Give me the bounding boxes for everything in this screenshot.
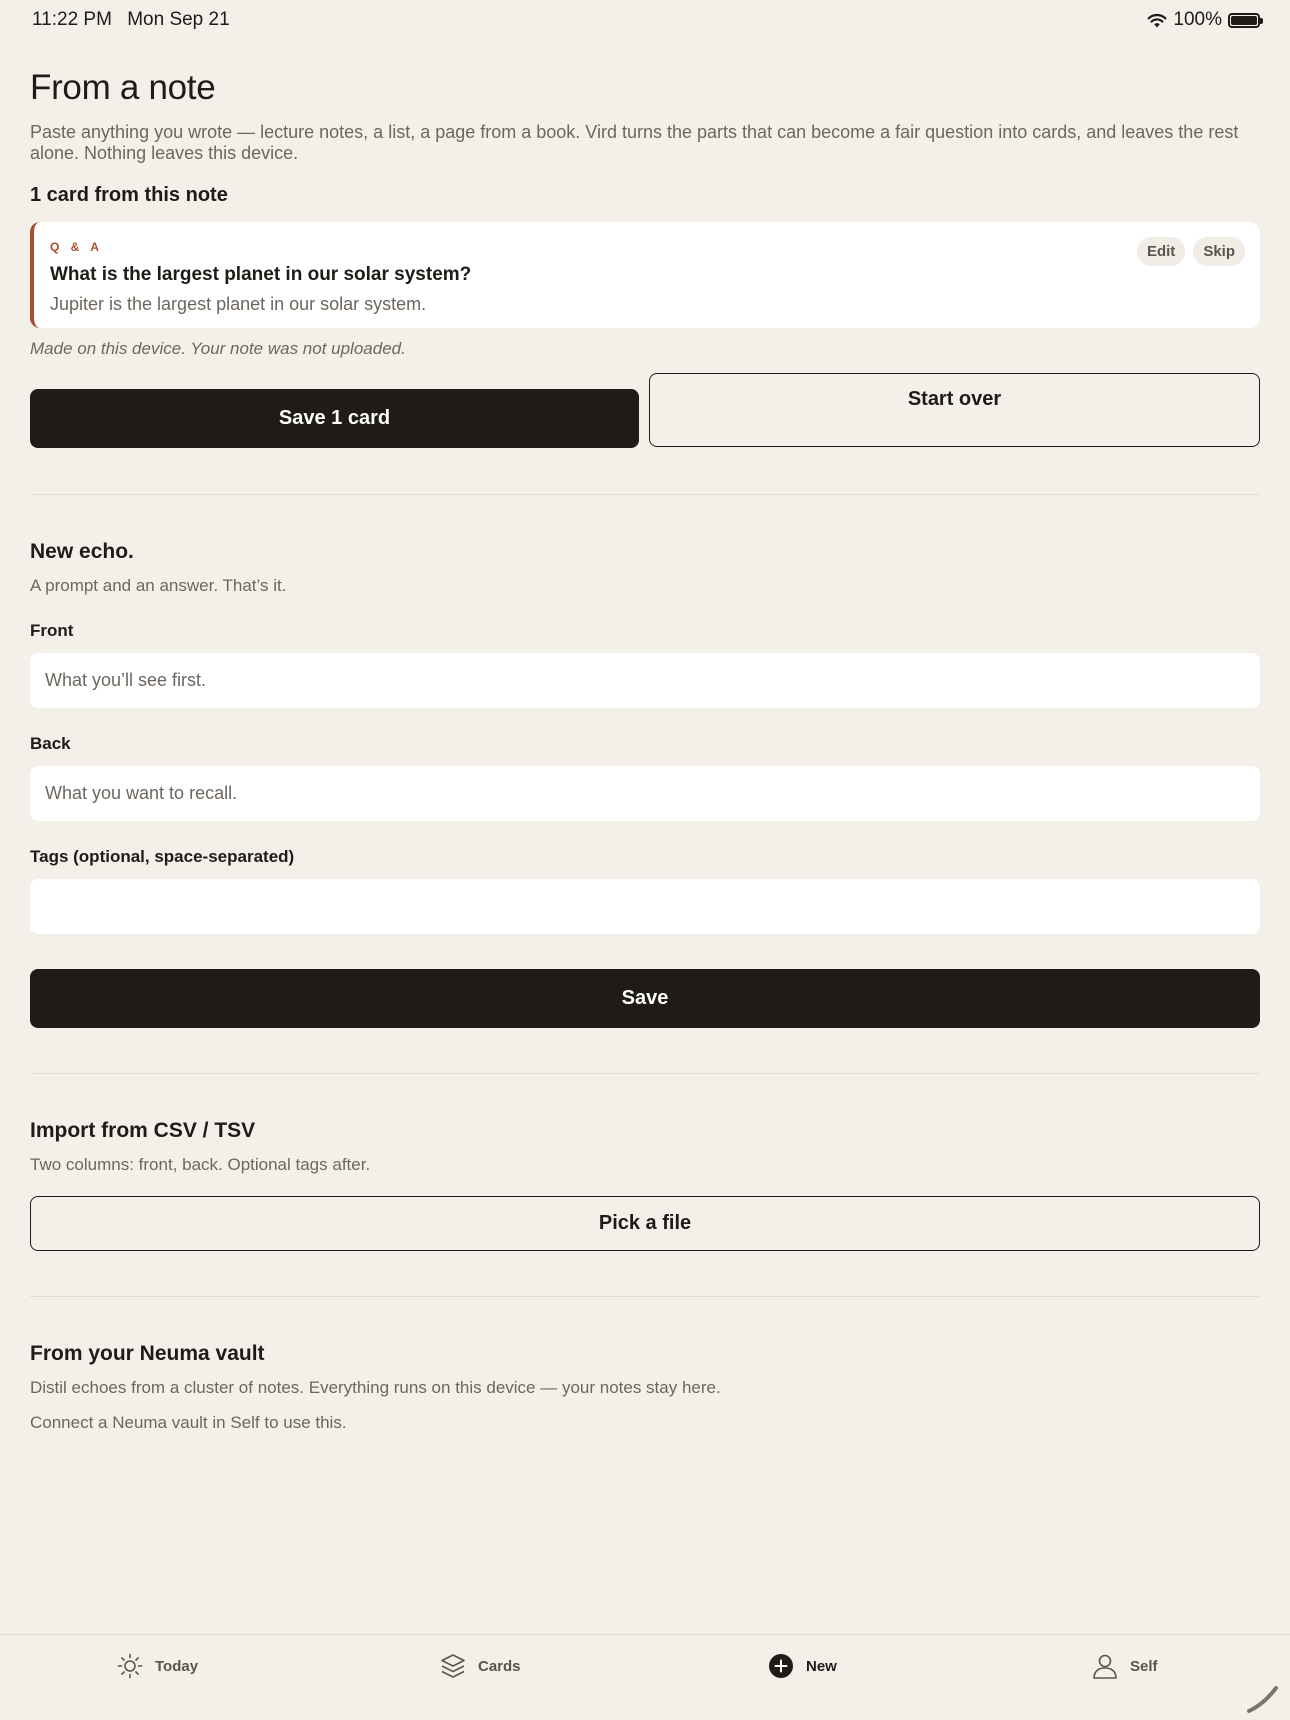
tab-cards-label: Cards (478, 1657, 521, 1675)
start-over-button[interactable]: Start over (649, 373, 1260, 447)
vault-title: From your Neuma vault (30, 1342, 265, 1365)
front-field[interactable] (30, 653, 1260, 708)
tab-today-label: Today (155, 1657, 199, 1675)
plus-circle-icon (769, 1654, 793, 1678)
main-content: From a note Paste anything you wrote — l… (30, 68, 1260, 1433)
tab-new-label: New (806, 1657, 837, 1675)
battery-percent: 100% (1173, 9, 1222, 30)
import-title: Import from CSV / TSV (30, 1119, 256, 1142)
status-right: 100% (1147, 9, 1263, 31)
skip-card-button[interactable]: Skip (1193, 237, 1245, 266)
tab-self[interactable]: Self (1092, 1649, 1158, 1683)
tab-today[interactable]: Today (117, 1649, 198, 1683)
note-intro: Paste anything you wrote — lecture notes… (30, 122, 1239, 163)
wifi-icon (1147, 13, 1167, 27)
sun-icon (117, 1653, 143, 1679)
new-echo-section: New echo. A prompt and an answer. That’s… (30, 540, 1260, 1028)
save-cards-button[interactable]: Save 1 card (30, 389, 639, 448)
card-question: What is the largest planet in our solar … (50, 264, 472, 285)
edit-card-button[interactable]: Edit (1136, 237, 1186, 266)
note-actions: Save 1 card Start over (30, 373, 1260, 449)
card-type-tag: Q & A (50, 240, 103, 254)
new-echo-description: A prompt and an answer. That’s it. (30, 576, 287, 595)
vault-section: From your Neuma vault Distil echoes from… (30, 1342, 1260, 1433)
divider (30, 494, 1260, 495)
status-date: Mon Sep 21 (127, 9, 230, 30)
new-echo-title: New echo. (30, 540, 134, 563)
tab-new[interactable]: New (768, 1649, 837, 1683)
divider (30, 1073, 1260, 1074)
pick-file-button[interactable]: Pick a file (30, 1196, 1260, 1251)
card-count-label: 1 card from this note (30, 184, 228, 206)
import-description: Two columns: front, back. Optional tags … (30, 1155, 371, 1174)
page-title: From a note (30, 68, 216, 107)
back-label: Back (30, 734, 71, 753)
import-section: Import from CSV / TSV Two columns: front… (30, 1119, 1260, 1251)
stack-icon (441, 1654, 465, 1678)
generated-card: Q & A What is the largest planet in our … (30, 222, 1260, 328)
page: 11:22 PM Mon Sep 21 100% From a note Pas… (0, 0, 1290, 1720)
battery-fill (1231, 15, 1257, 25)
status-bar: 11:22 PM Mon Sep 21 100% (0, 0, 1290, 40)
divider (30, 1296, 1260, 1297)
vault-connect-hint: Connect a Neuma vault in Self to use thi… (30, 1413, 347, 1432)
tags-label: Tags (optional, space-separated) (30, 847, 295, 866)
card-answer: Jupiter is the largest planet in our sol… (50, 294, 427, 314)
status-time: 11:22 PM (32, 9, 112, 30)
tags-field[interactable] (30, 879, 1260, 934)
home-indicator (1247, 1686, 1278, 1713)
card-actions: Edit Skip (1136, 237, 1245, 266)
back-field[interactable] (30, 766, 1260, 821)
vault-description: Distil echoes from a cluster of notes. E… (30, 1378, 721, 1397)
tab-bar: Today Cards New Self (0, 1634, 1290, 1720)
front-label: Front (30, 621, 74, 640)
privacy-note: Made on this device. Your note was not u… (30, 339, 406, 358)
status-left: 11:22 PM Mon Sep 21 (32, 9, 240, 31)
save-echo-button[interactable]: Save (30, 969, 1260, 1028)
tab-self-label: Self (1130, 1657, 1158, 1675)
tab-cards[interactable]: Cards (440, 1649, 521, 1683)
battery-icon (1228, 12, 1263, 28)
person-icon (1093, 1654, 1117, 1679)
